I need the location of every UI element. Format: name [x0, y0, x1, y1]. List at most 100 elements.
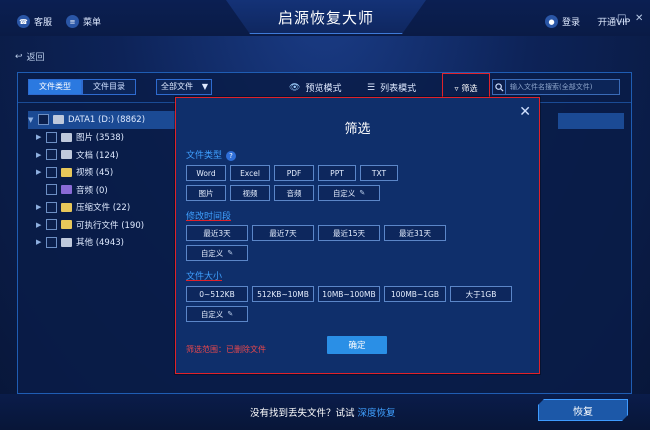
bottom-prompt-text: 没有找到丢失文件？试试 — [250, 408, 355, 419]
time-option-15-days[interactable]: 最近15天 — [318, 225, 380, 241]
tree-item[interactable]: ▶ 视频 (45) — [28, 164, 178, 182]
file-type-option-txt[interactable]: TXT — [360, 165, 398, 181]
confirm-button[interactable]: 确定 — [327, 336, 387, 354]
back-button[interactable]: ↩ 返回 — [15, 50, 45, 64]
preview-mode-label: 预览模式 — [305, 84, 342, 94]
search-box — [492, 79, 620, 95]
size-option-100mb-1gb[interactable]: 100MB~1GB — [384, 286, 446, 302]
search-icon[interactable] — [492, 79, 506, 95]
bottom-bar: 没有找到丢失文件？试试 深度恢复 恢复 — [0, 394, 650, 430]
support-button[interactable]: ☎ 客服 — [17, 15, 52, 28]
size-option-512kb-10mb[interactable]: 512KB~10MB — [252, 286, 314, 302]
tree-item-label: 视频 (45) — [76, 168, 114, 179]
bottom-prompt: 没有找到丢失文件？试试 深度恢复 — [250, 405, 396, 419]
expand-arrow-icon[interactable]: ▶ — [36, 168, 46, 176]
expand-arrow-icon[interactable]: ▶ — [36, 238, 46, 246]
view-tabs: 文件类型 文件目录 — [28, 79, 136, 95]
list-mode-button[interactable]: ☰ 列表模式 — [367, 81, 416, 95]
size-option-0-512kb[interactable]: 0~512KB — [186, 286, 248, 302]
recover-button[interactable]: 恢复 — [538, 399, 628, 421]
document-folder-icon — [61, 150, 72, 160]
file-type-option-word[interactable]: Word — [186, 165, 226, 181]
tree-checkbox[interactable] — [46, 219, 57, 231]
tree-checkbox[interactable] — [46, 166, 57, 178]
image-folder-icon — [61, 132, 72, 142]
menu-label: 菜单 — [83, 18, 102, 28]
time-option-3-days[interactable]: 最近3天 — [186, 225, 248, 241]
login-button[interactable]: ● 登录 — [545, 15, 580, 28]
tab-file-directory[interactable]: 文件目录 — [82, 79, 136, 95]
file-type-title: 文件类型 — [186, 151, 223, 161]
file-type-option-video[interactable]: 视频 — [230, 185, 270, 201]
app-window: 启源恢复大师 ☎ 客服 ≡ 菜单 ● 登录 开通VIP — □ ✕ ↩ 返回 文… — [0, 0, 650, 430]
file-filter-value: 全部文件 — [161, 82, 193, 91]
tree-checkbox[interactable] — [46, 201, 57, 213]
minimize-icon[interactable]: — — [597, 13, 607, 24]
funnel-icon: ▿ — [454, 83, 459, 93]
menu-icon: ≡ — [66, 15, 79, 28]
tree-item[interactable]: ▶ 文档 (124) — [28, 146, 178, 164]
file-type-custom-button[interactable]: 自定义 ✎ — [318, 185, 380, 201]
app-title: 启源恢复大师 — [277, 9, 374, 27]
size-option-10mb-100mb[interactable]: 10MB~100MB — [318, 286, 380, 302]
custom-label: 自定义 — [200, 309, 224, 319]
expand-arrow-icon[interactable]: ▶ — [36, 133, 46, 141]
tab-file-type[interactable]: 文件类型 — [28, 79, 82, 95]
archive-folder-icon — [61, 202, 72, 212]
size-option-over-1gb[interactable]: 大于1GB — [450, 286, 512, 302]
close-icon[interactable]: ✕ — [635, 13, 643, 24]
time-custom-button[interactable]: 自定义 ✎ — [186, 245, 248, 261]
expand-arrow-icon[interactable]: ▶ — [36, 203, 46, 211]
deep-recover-link[interactable]: 深度恢复 — [358, 408, 396, 419]
tree-checkbox[interactable] — [46, 149, 57, 161]
time-option-7-days[interactable]: 最近7天 — [252, 225, 314, 241]
modified-time-title: 修改时间段 — [186, 212, 232, 222]
video-folder-icon — [61, 167, 72, 177]
tree-item[interactable]: ▶ 其他 (4943) — [28, 234, 178, 252]
back-label: 返回 — [26, 53, 45, 63]
tree-item[interactable]: ▶ 图片 (3538) — [28, 129, 178, 147]
search-input[interactable] — [506, 79, 620, 95]
tree-checkbox[interactable] — [38, 114, 49, 126]
file-type-option-ppt[interactable]: PPT — [318, 165, 356, 181]
other-folder-icon — [61, 237, 72, 247]
filter-dialog: 筛选 ✕ 文件类型? Word Excel PDF PPT TXT 图片 视频 … — [175, 97, 540, 374]
file-type-option-image[interactable]: 图片 — [186, 185, 226, 201]
help-icon[interactable]: ? — [226, 151, 237, 161]
tree-item-label: 其他 (4943) — [76, 238, 124, 249]
menu-button[interactable]: ≡ 菜单 — [66, 15, 101, 28]
dialog-title: 筛选 — [344, 122, 371, 137]
tree-item[interactable]: ▶ 压缩文件 (22) — [28, 199, 178, 217]
file-type-option-excel[interactable]: Excel — [230, 165, 270, 181]
back-arrow-icon: ↩ — [15, 51, 23, 62]
expand-arrow-icon[interactable]: ▶ — [36, 221, 46, 229]
chevron-down-icon: ▼ — [201, 82, 208, 91]
tree-root-row[interactable]: ▼ DATA1 (D:) (8862) — [28, 111, 178, 129]
tree-checkbox[interactable] — [46, 131, 57, 143]
edit-icon: ✎ — [359, 189, 366, 197]
expand-arrow-icon[interactable]: ▶ — [36, 151, 46, 159]
custom-label: 自定义 — [200, 248, 224, 258]
edit-icon: ✎ — [227, 310, 234, 318]
title-plate: 启源恢复大师 — [226, 0, 426, 34]
file-size-title: 文件大小 — [186, 272, 223, 282]
tree-checkbox[interactable] — [46, 236, 57, 248]
file-filter-select[interactable]: 全部文件 ▼ — [156, 79, 212, 95]
close-icon[interactable]: ✕ — [519, 104, 531, 120]
time-option-31-days[interactable]: 最近31天 — [384, 225, 446, 241]
collapse-arrow-icon[interactable]: ▼ — [28, 116, 38, 124]
headset-icon: ☎ — [17, 15, 30, 28]
maximize-icon[interactable]: □ — [617, 13, 626, 24]
tree-item[interactable]: ▶ 可执行文件 (190) — [28, 216, 178, 234]
login-label: 登录 — [562, 18, 581, 28]
file-type-option-pdf[interactable]: PDF — [274, 165, 314, 181]
tree-checkbox[interactable] — [46, 184, 57, 196]
tree-item-label: 可执行文件 (190) — [76, 220, 145, 231]
tree-item[interactable]: 音频 (0) — [28, 181, 178, 199]
preview-mode-button[interactable]: 👁 预览模式 — [289, 81, 342, 95]
size-custom-button[interactable]: 自定义 ✎ — [186, 306, 248, 322]
tree-root-label: DATA1 (D:) (8862) — [68, 114, 146, 125]
selected-row-highlight — [558, 113, 624, 129]
file-type-option-audio[interactable]: 音频 — [274, 185, 314, 201]
tree-item-label: 压缩文件 (22) — [76, 203, 131, 214]
